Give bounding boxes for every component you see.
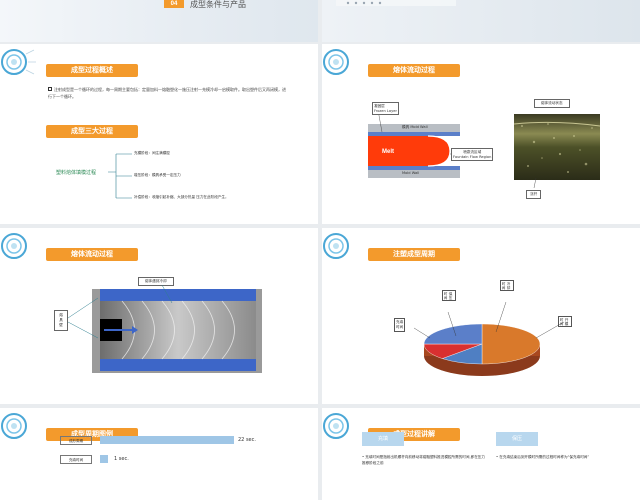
slide-process-explain[interactable]: 成型过程讲解 充填 保压 • 充填时间是指射出机螺杆向前移动将熔融塑料推进模腔所…	[322, 408, 640, 500]
gear-decoration-icon	[323, 233, 349, 259]
bar-fill	[100, 455, 108, 463]
mold-wall-bottom-label: Mold Wall	[402, 171, 420, 175]
callout-wall: 熔 具 壁	[54, 310, 68, 331]
gear-decoration-icon	[1, 233, 27, 259]
fountain-region-label: 喷泉流区域 Fountain Flow Region	[451, 148, 494, 161]
bar-value-fill: 1 sec.	[114, 456, 129, 462]
bar-cycle	[100, 436, 234, 444]
callout-line-top	[161, 285, 173, 304]
mold-wall-top-label: 模具 Mold Wall	[402, 125, 428, 129]
tree-root-label: 塑料熔体填模过程	[56, 170, 97, 176]
gear-decoration-icon	[1, 413, 27, 439]
slide-melt-flow[interactable]: 熔体流动过程 凝固层 Frozen Layer 模具 Mold Wall Mel…	[322, 44, 640, 224]
gear-decoration-icon	[323, 413, 349, 439]
checkbox-icon	[48, 87, 52, 91]
bar-label-cycle: 成形周期	[60, 436, 92, 445]
tag-hold: 保压	[496, 432, 538, 446]
slide-molding-overview[interactable]: 成型过程概述 注射成型是一个循环的过程，每一周期主要包括：定量加料—熔融塑化—施…	[0, 44, 318, 224]
slide-top-left[interactable]: 04 成型条件与产品	[0, 0, 318, 42]
branch-hold: 补偿阶段：收缩引起补缩、大部分热量 压力在此阶段产生。	[134, 195, 229, 199]
branch-fill: 充模阶段：间注满模腔	[134, 151, 170, 155]
slide-top-right[interactable]	[322, 0, 640, 42]
section-heading: 熔体流动过程	[368, 64, 460, 77]
slide-melt-flow-2[interactable]: 熔体流动过程 熔体遇到冷却 熔 具 壁	[0, 228, 318, 404]
photo-label: 熔体流动状态	[534, 99, 570, 108]
callout-lines	[68, 297, 99, 339]
sprue-label: 浇杆	[526, 190, 542, 199]
section-heading: 成型过程概述	[46, 64, 138, 77]
melt-label: Melt	[382, 149, 394, 155]
gear-decoration-icon	[323, 49, 349, 75]
pie-leader-lines	[413, 301, 565, 339]
branch-pack: 增压阶段：模具承受一定压力	[134, 173, 181, 177]
tree-bracket	[108, 153, 132, 199]
section-number: 04	[164, 0, 184, 8]
bar-value-cycle: 22 sec.	[238, 437, 256, 443]
overview-text: 注射成型是一个循环的过程，每一周期主要包括：定量加料—熔融塑化—施压注射—充模冷…	[48, 87, 286, 99]
section-heading-2: 成型三大过程	[46, 125, 138, 138]
slide-cycle-legend[interactable]: 成型周期图例 成形周期 22 sec. 充填时间 1 sec.	[0, 408, 318, 500]
explain-fill: • 充填时间是指射出机螺杆向前移动将熔融塑料推进模腔所需的时间,即在压力推移阶段…	[362, 455, 485, 465]
explain-hold: • 在充填结束后到开模时所需的过程时间称为“保充填时间”	[496, 455, 590, 459]
flow-photo-image	[514, 114, 600, 180]
slide-cycle-pie[interactable]: 注塑成型周期 充填 时间 保压 时间 冷却 时间 开模 时间	[322, 228, 640, 404]
section-heading: 熔体流动过程	[46, 248, 138, 261]
top-right-decoration	[336, 0, 456, 6]
bar-label-fill: 充填时间	[60, 455, 92, 464]
section-heading: 注塑成型周期	[368, 248, 460, 261]
tag-fill: 充填	[362, 432, 404, 446]
frozen-layer-label: 凝固层 Frozen Layer	[372, 102, 399, 115]
gear-decoration-icon	[1, 49, 36, 75]
section-title: 成型条件与产品	[190, 0, 246, 9]
sprue-pointer	[533, 178, 537, 189]
